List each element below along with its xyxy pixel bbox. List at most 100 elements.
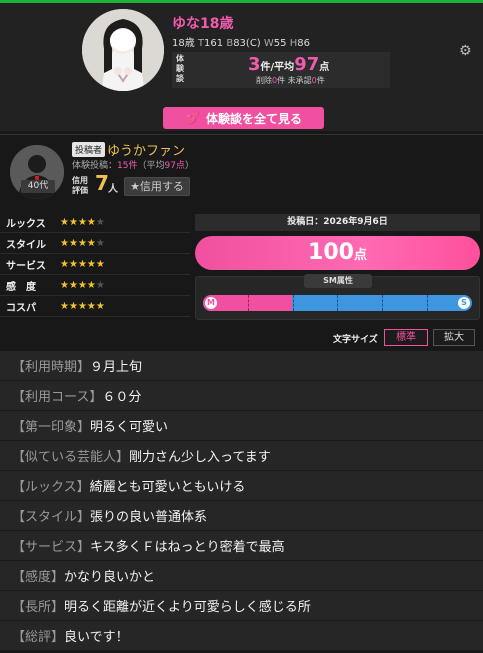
rating-row: ルックス ★★★★★ [0, 212, 190, 233]
qa-question: 【総評】 [12, 630, 65, 645]
star-icon: ★ [68, 258, 78, 270]
experience-avg-unit: 点 [319, 62, 330, 73]
qa-answer: 剛力さん少し入ってます [129, 450, 271, 465]
qa-question: 【利用時期】 [12, 360, 91, 375]
poster-name[interactable]: ゆうかファン [107, 140, 185, 159]
profile-header: ゆな18歳 18歳 T161 B83(C) W55 H86 体験談 3件/平均9… [0, 3, 483, 131]
qa-question: 【利用コース】 [12, 390, 103, 405]
score-badge: 100点 [195, 236, 480, 270]
rating-row: スタイル ★★★★★ [0, 233, 190, 254]
star-icon: ★ [60, 300, 69, 312]
post-avg-suffix: ） [184, 161, 194, 171]
sm-tick [337, 295, 338, 311]
trust-button[interactable]: ★信用する [124, 177, 190, 196]
sm-bar: M S [203, 295, 472, 311]
ratings-table: ルックス ★★★★★ スタイル ★★★★★ サービス ★★★★★ 感 度 ★★★★★ コスパ ★★… [0, 212, 190, 317]
poster-age-badge: 40代 [21, 180, 55, 193]
post-avg-prefix: （平均 [137, 161, 165, 171]
qa-row: 【利用コース】 ６０分 [0, 381, 483, 411]
qa-answer: 明るく距離が近くより可愛らしく感じる所 [64, 600, 311, 615]
star-icon: ★ [77, 216, 87, 228]
post-date: 投稿日：2026年9月6日 [195, 214, 480, 231]
spec-t-val: 161 [204, 38, 224, 49]
trust-label: 信用評価 [72, 176, 88, 195]
qa-row: 【感度】 かなり良いかと [0, 561, 483, 591]
sm-label: SM属性 [304, 274, 372, 288]
star-icon: ★ [95, 300, 105, 312]
qa-row: 【利用時期】 ９月上旬 [0, 351, 483, 381]
poster-info: 40代 投稿者 ゆうかファン 体験投稿：15件（平均97点） 信用評価 7 人 … [0, 134, 483, 206]
review-answers: 【利用時期】 ９月上旬 【利用コース】 ６０分 【第一印象】 明るく可愛い 【似ている芸能人… [0, 351, 483, 651]
trust-value: 7 [95, 171, 109, 195]
rating-row: コスパ ★★★★★ [0, 296, 190, 317]
profile-photo[interactable] [82, 9, 164, 91]
qa-question: 【第一印象】 [12, 420, 91, 435]
spec-b-val: 83(C) [233, 38, 261, 49]
profile-name[interactable]: ゆな18歳 [172, 13, 233, 33]
qa-row: 【サービス】 キス多くＦはねっとり密着で最高 [0, 531, 483, 561]
rating-stars: ★★★★★ [60, 301, 105, 312]
font-standard-button[interactable]: 標準 [384, 329, 428, 346]
star-icon: ★ [95, 216, 105, 228]
post-count-label: 体験投稿： [72, 161, 118, 171]
unapproved-label: 未承認 [287, 76, 312, 85]
qa-answer: ９月上旬 [90, 360, 143, 375]
qa-question: 【ルックス】 [12, 480, 90, 495]
profile-specs: 18歳 T161 B83(C) W55 H86 [172, 34, 310, 49]
rating-stars: ★★★★★ [60, 280, 105, 291]
star-icon: ★ [95, 237, 105, 249]
post-avg: 97点 [164, 161, 185, 171]
sm-tick [427, 295, 428, 311]
settings-gear-icon[interactable]: ⚙ [459, 43, 472, 59]
star-icon: ★ [68, 279, 78, 291]
qa-answer: 良いです！ [64, 630, 129, 645]
rating-label: サービス [6, 260, 46, 272]
experience-label: 体験談 [176, 54, 184, 83]
spec-w-key: W [263, 38, 274, 49]
rating-label: スタイル [6, 239, 46, 251]
spec-w-val: 55 [273, 38, 287, 49]
qa-answer: かなり良いかと [64, 570, 156, 585]
rating-row: 感 度 ★★★★★ [0, 275, 190, 296]
qa-row: 【長所】 明るく距離が近くより可愛らしく感じる所 [0, 591, 483, 621]
spec-age: 18歳 [172, 38, 195, 49]
qa-question: 【感度】 [12, 570, 65, 585]
qa-row: 【第一印象】 明るく可愛い [0, 411, 483, 441]
view-all-label: 体験談を全て見る [205, 111, 302, 126]
deleted-unit: 件 [277, 76, 286, 85]
star-icon: ★ [77, 237, 87, 249]
qa-answer: ６０分 [102, 390, 142, 405]
star-icon: ★ [60, 258, 69, 270]
poster-post-count: 体験投稿：15件（平均97点） [72, 158, 194, 171]
poster-tag: 投稿者 [72, 142, 106, 157]
sm-attribute: SM属性 M S [195, 274, 480, 320]
trust-unit: 人 [108, 184, 118, 195]
heart-hands-icon: 💕 [185, 111, 200, 125]
score-unit: 点 [353, 248, 367, 263]
star-icon: ★ [77, 300, 87, 312]
sm-s-marker: S [458, 297, 470, 309]
qa-answer: 張りの良い普通体系 [90, 510, 208, 525]
view-all-reviews-button[interactable]: 💕 体験談を全て見る [163, 107, 324, 129]
rating-stars: ★★★★★ [60, 217, 105, 228]
star-icon: ★ [86, 237, 96, 249]
star-icon: ★ [95, 258, 105, 270]
star-icon: ★ [77, 279, 87, 291]
photo-illustration [82, 9, 164, 91]
qa-answer: 綺麗とも可愛いともいける [89, 480, 246, 495]
deleted-label: 削除 [256, 76, 272, 85]
qa-answer: キス多くＦはねっとり密着で最高 [90, 540, 285, 555]
star-icon: ★ [86, 300, 96, 312]
experience-avg-label: /平均 [270, 62, 295, 73]
rating-label: コスパ [6, 302, 36, 314]
star-icon: ★ [68, 300, 78, 312]
experience-count-line: 3件/平均97点 [248, 54, 329, 75]
rating-label: ルックス [6, 218, 46, 230]
rating-stars: ★★★★★ [60, 259, 105, 270]
font-large-button[interactable]: 拡大 [433, 329, 475, 346]
rating-label: 感 度 [6, 281, 36, 293]
star-icon: ★ [86, 279, 96, 291]
font-size-switcher: 文字サイズ 標準 拡大 [0, 328, 483, 348]
sm-m-marker: M [205, 297, 217, 309]
qa-row: 【総評】 良いです！ [0, 621, 483, 651]
